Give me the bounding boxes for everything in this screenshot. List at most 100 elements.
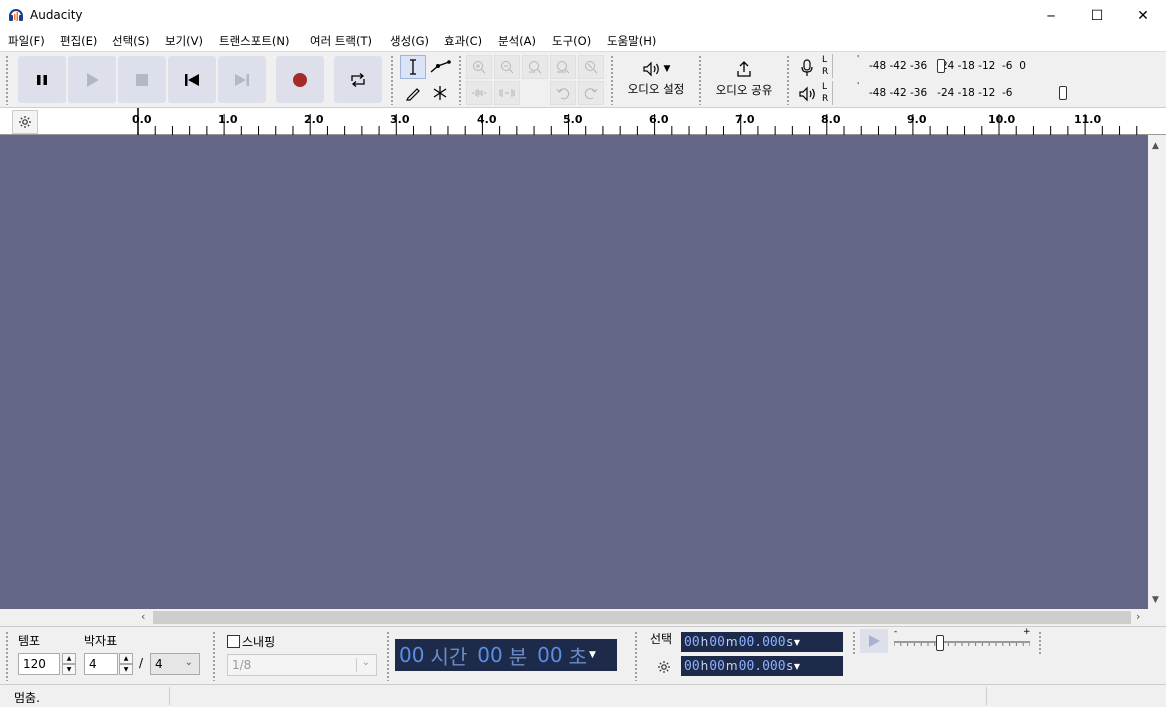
ruler-label: 1.0: [218, 113, 238, 126]
toolbar-grip[interactable]: [212, 631, 216, 681]
toolbar-grip[interactable]: [852, 631, 856, 655]
draw-tool[interactable]: [400, 81, 426, 105]
menu-select[interactable]: 선택(S): [112, 33, 149, 49]
scroll-down-icon[interactable]: ▼: [1152, 595, 1159, 605]
ruler-label: 3.0: [390, 113, 410, 126]
toolbar-grip[interactable]: [458, 55, 462, 105]
gear-icon: [19, 116, 31, 128]
vertical-scrollbar[interactable]: ▲ ▼: [1148, 135, 1166, 609]
playback-meter-button[interactable]: [796, 83, 818, 105]
skip-to-start-button[interactable]: [168, 56, 216, 103]
toolbar-grip[interactable]: [786, 55, 790, 105]
toolbar-grip[interactable]: [5, 631, 9, 681]
envelope-tool[interactable]: [427, 55, 453, 79]
time-seconds: 00: [537, 643, 563, 667]
record-meter-button[interactable]: [796, 57, 818, 79]
play-at-speed-button[interactable]: [860, 629, 888, 653]
menu-edit[interactable]: 편집(E): [60, 33, 97, 49]
toolbar-grip[interactable]: [390, 55, 394, 105]
maximize-button[interactable]: ☐: [1074, 0, 1120, 31]
trim-button[interactable]: [466, 81, 492, 105]
menu-tools[interactable]: 도구(O): [552, 33, 591, 49]
dropdown-arrow-icon[interactable]: ▼: [794, 662, 800, 671]
trim-icon: [472, 89, 486, 97]
selection-start-time[interactable]: 00 h 00 m 00.000 s ▼: [681, 632, 843, 652]
toolbar-grip[interactable]: [5, 55, 9, 105]
record-volume-slider-thumb[interactable]: [937, 59, 945, 73]
spin-down-icon[interactable]: ▼: [119, 664, 133, 675]
scroll-right-icon[interactable]: ›: [1136, 610, 1140, 623]
dropdown-arrow-icon[interactable]: ▼: [589, 650, 596, 660]
playback-volume-slider-thumb[interactable]: [1059, 86, 1067, 100]
loop-button[interactable]: [334, 56, 382, 103]
menu-effect[interactable]: 효과(C): [444, 33, 482, 49]
toolbar-grip[interactable]: [386, 631, 390, 681]
track-area[interactable]: [0, 135, 1148, 609]
speed-slider-thumb[interactable]: [936, 635, 944, 651]
record-meter[interactable]: ' -48 -42 -36 -24 -18 -12 -6 0: [832, 54, 1066, 78]
share-audio-button[interactable]: 오디오 공유: [706, 54, 782, 104]
tempo-spinner[interactable]: ▲ ▼: [62, 653, 76, 675]
fit-selection-button[interactable]: [522, 55, 548, 79]
selection-options-button[interactable]: [653, 657, 675, 677]
snapping-value: 1/8: [232, 658, 252, 672]
selection-tool[interactable]: [400, 55, 426, 79]
zoom-out-button[interactable]: [494, 55, 520, 79]
snapping-select[interactable]: 1/8 ⌄: [227, 654, 377, 676]
ruler-label: 5.0: [563, 113, 583, 126]
scroll-left-icon[interactable]: ‹: [141, 610, 145, 623]
selection-end-time[interactable]: 00 h 00 m 00.000 s ▼: [681, 656, 843, 676]
snapping-checkbox[interactable]: [227, 635, 240, 648]
menu-analyze[interactable]: 분석(A): [498, 33, 536, 49]
spin-up-icon[interactable]: ▲: [62, 653, 76, 664]
bottom-toolbar: 템포 120 ▲ ▼ 박자표 4 ▲ ▼ / 4 ⌄ 스내핑 1/8 ⌄ 00 시간…: [0, 626, 1166, 684]
tempo-input[interactable]: 120: [18, 653, 60, 675]
zoom-selection-icon: [529, 61, 542, 74]
menu-transport[interactable]: 트랜스포트(N): [219, 33, 289, 49]
silence-button[interactable]: [494, 81, 520, 105]
pause-button[interactable]: [18, 56, 66, 103]
timeline-options-button[interactable]: [12, 110, 38, 134]
close-button[interactable]: ✕: [1120, 0, 1166, 31]
multi-tool[interactable]: [427, 81, 453, 105]
selection-start-hours: 00: [684, 634, 700, 650]
menu-generate[interactable]: 생성(G): [390, 33, 429, 49]
chevron-down-icon: ⌄: [361, 657, 370, 668]
menu-tracks[interactable]: 여러 트랙(T): [310, 33, 372, 49]
timeline-ruler[interactable]: 0.0 1.0 2.0 3.0 4.0 5.0 6.0 7.0 8.0 9.0 …: [0, 107, 1166, 135]
stop-button[interactable]: [118, 56, 166, 103]
spin-down-icon[interactable]: ▼: [62, 664, 76, 675]
menu-file[interactable]: 파일(F): [8, 33, 45, 49]
zoom-toggle-button[interactable]: [578, 55, 604, 79]
record-button[interactable]: [276, 56, 324, 103]
envelope-icon: [430, 60, 451, 73]
fit-project-button[interactable]: [550, 55, 576, 79]
horizontal-scrollbar[interactable]: ‹ ›: [137, 609, 1148, 626]
play-button[interactable]: [68, 56, 116, 103]
zoom-in-icon: [473, 61, 486, 74]
time-signature-lower-select[interactable]: 4 ⌄: [150, 653, 200, 675]
dropdown-arrow-icon[interactable]: ▼: [794, 638, 800, 647]
minimize-button[interactable]: ─: [1028, 0, 1074, 31]
time-display[interactable]: 00 시간 00 분 00 초 ▼: [395, 639, 617, 671]
audio-setup-button[interactable]: ▼ 오디오 설정: [618, 54, 694, 104]
menu-help[interactable]: 도움말(H): [607, 33, 656, 49]
toolbar-grip[interactable]: [1038, 631, 1042, 655]
spin-up-icon[interactable]: ▲: [119, 653, 133, 664]
time-signature-spinner[interactable]: ▲ ▼: [119, 653, 133, 675]
horizontal-scroll-thumb[interactable]: [153, 611, 1131, 624]
microphone-icon: [801, 59, 813, 76]
skip-to-end-button[interactable]: [218, 56, 266, 103]
playback-meter[interactable]: ' -48 -42 -36 -24 -18 -12 -6: [832, 81, 1067, 105]
zoom-in-button[interactable]: [466, 55, 492, 79]
snapping-toggle[interactable]: 스내핑: [227, 633, 275, 650]
menu-view[interactable]: 보기(V): [165, 33, 203, 49]
scroll-up-icon[interactable]: ▲: [1152, 141, 1159, 151]
time-signature-upper-input[interactable]: 4: [84, 653, 118, 675]
redo-button[interactable]: [578, 81, 604, 105]
toolbar-grip[interactable]: [610, 55, 614, 105]
toolbar-grip[interactable]: [698, 55, 702, 105]
undo-button[interactable]: [550, 81, 576, 105]
ruler-ticks: [137, 108, 1138, 135]
toolbar-grip[interactable]: [634, 631, 638, 681]
